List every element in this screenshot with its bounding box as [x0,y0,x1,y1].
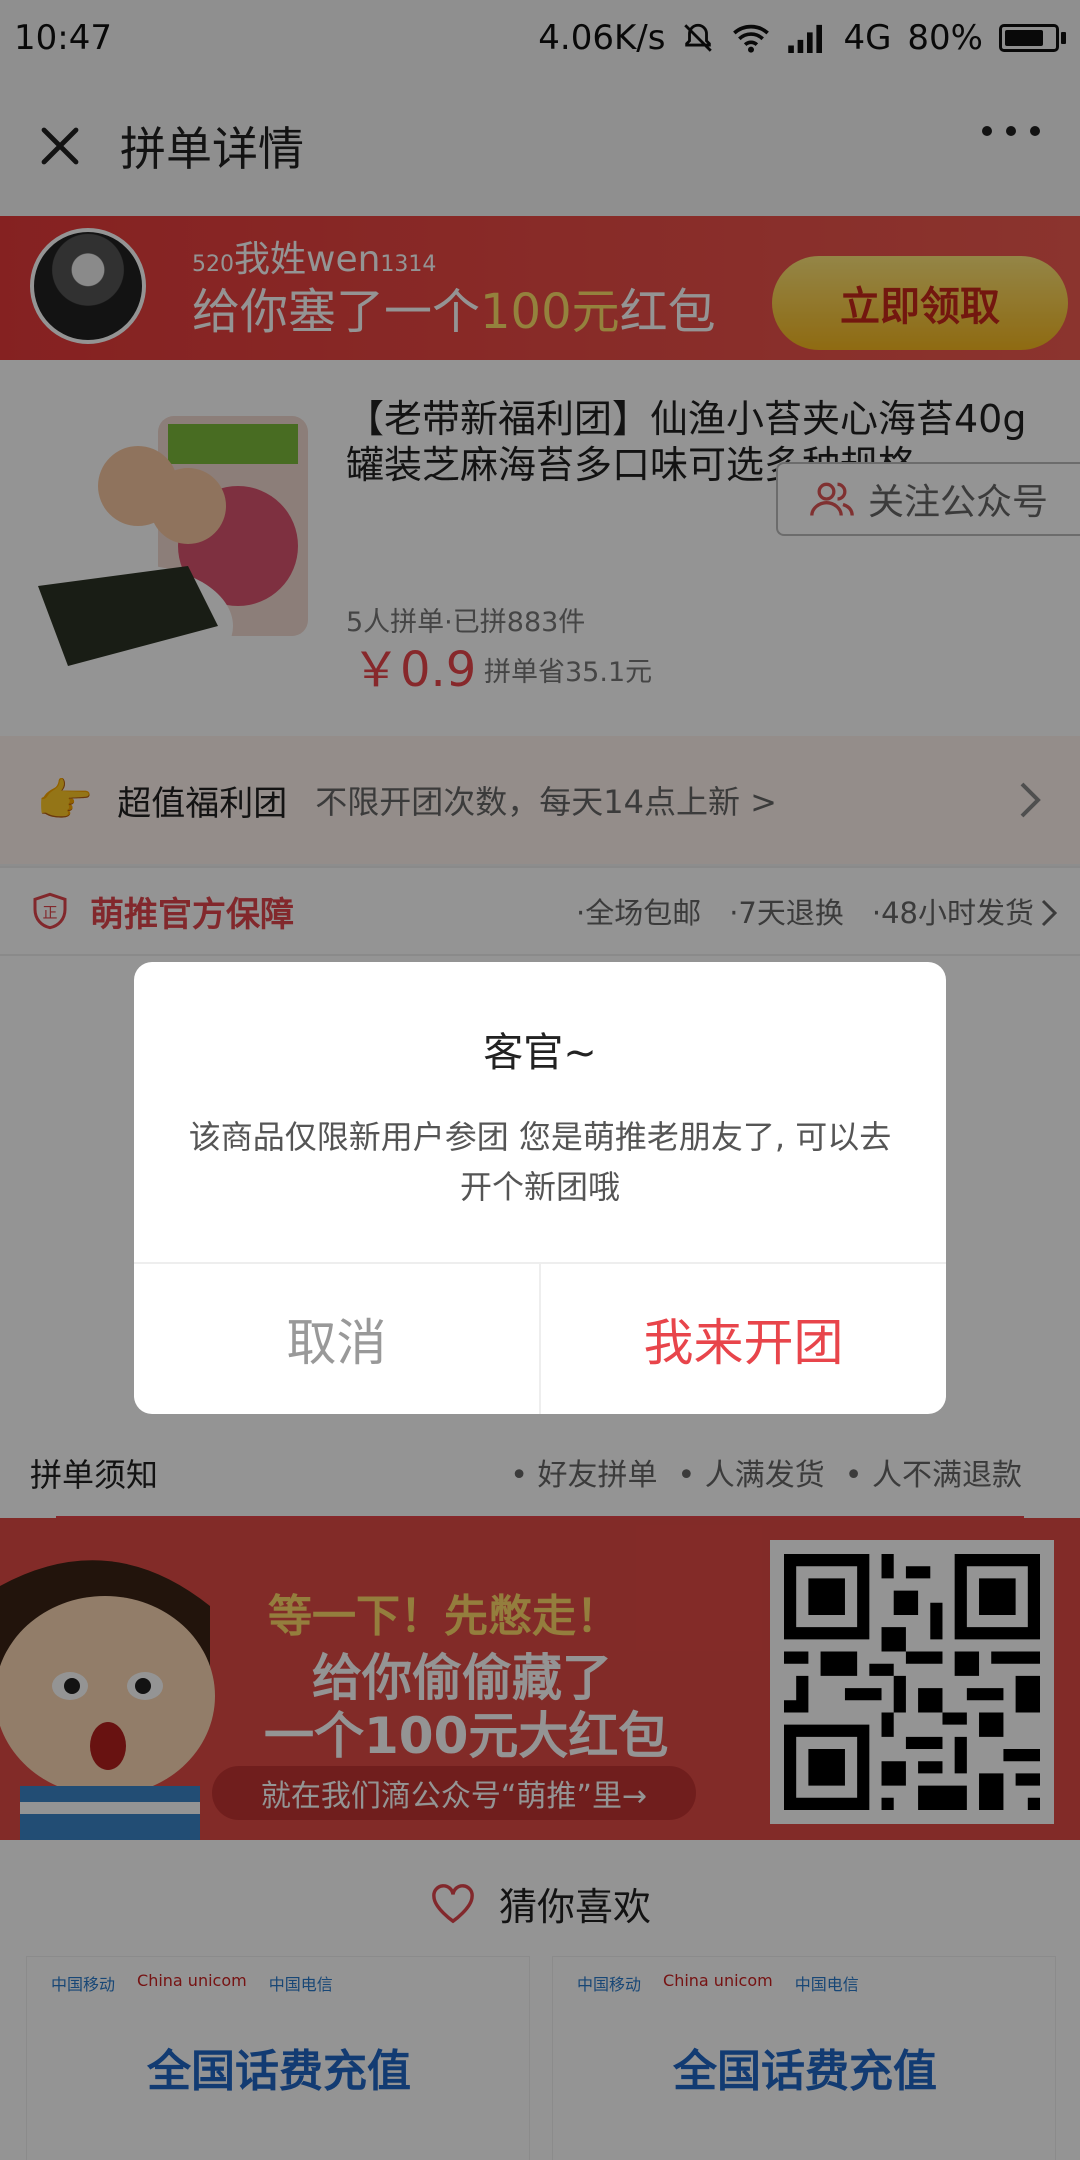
start-group-button[interactable]: 我来开团 [541,1264,946,1414]
dialog-actions: 取消 我来开团 [134,1262,946,1414]
dialog-message: 该商品仅限新用户参团 您是萌推老朋友了, 可以去开个新团哦 [188,1118,892,1206]
cancel-button[interactable]: 取消 [134,1264,541,1414]
new-user-only-dialog: 客官~ 该商品仅限新用户参团 您是萌推老朋友了, 可以去开个新团哦 取消 我来开… [134,962,946,1414]
dialog-title: 客官~ [483,1030,597,1076]
